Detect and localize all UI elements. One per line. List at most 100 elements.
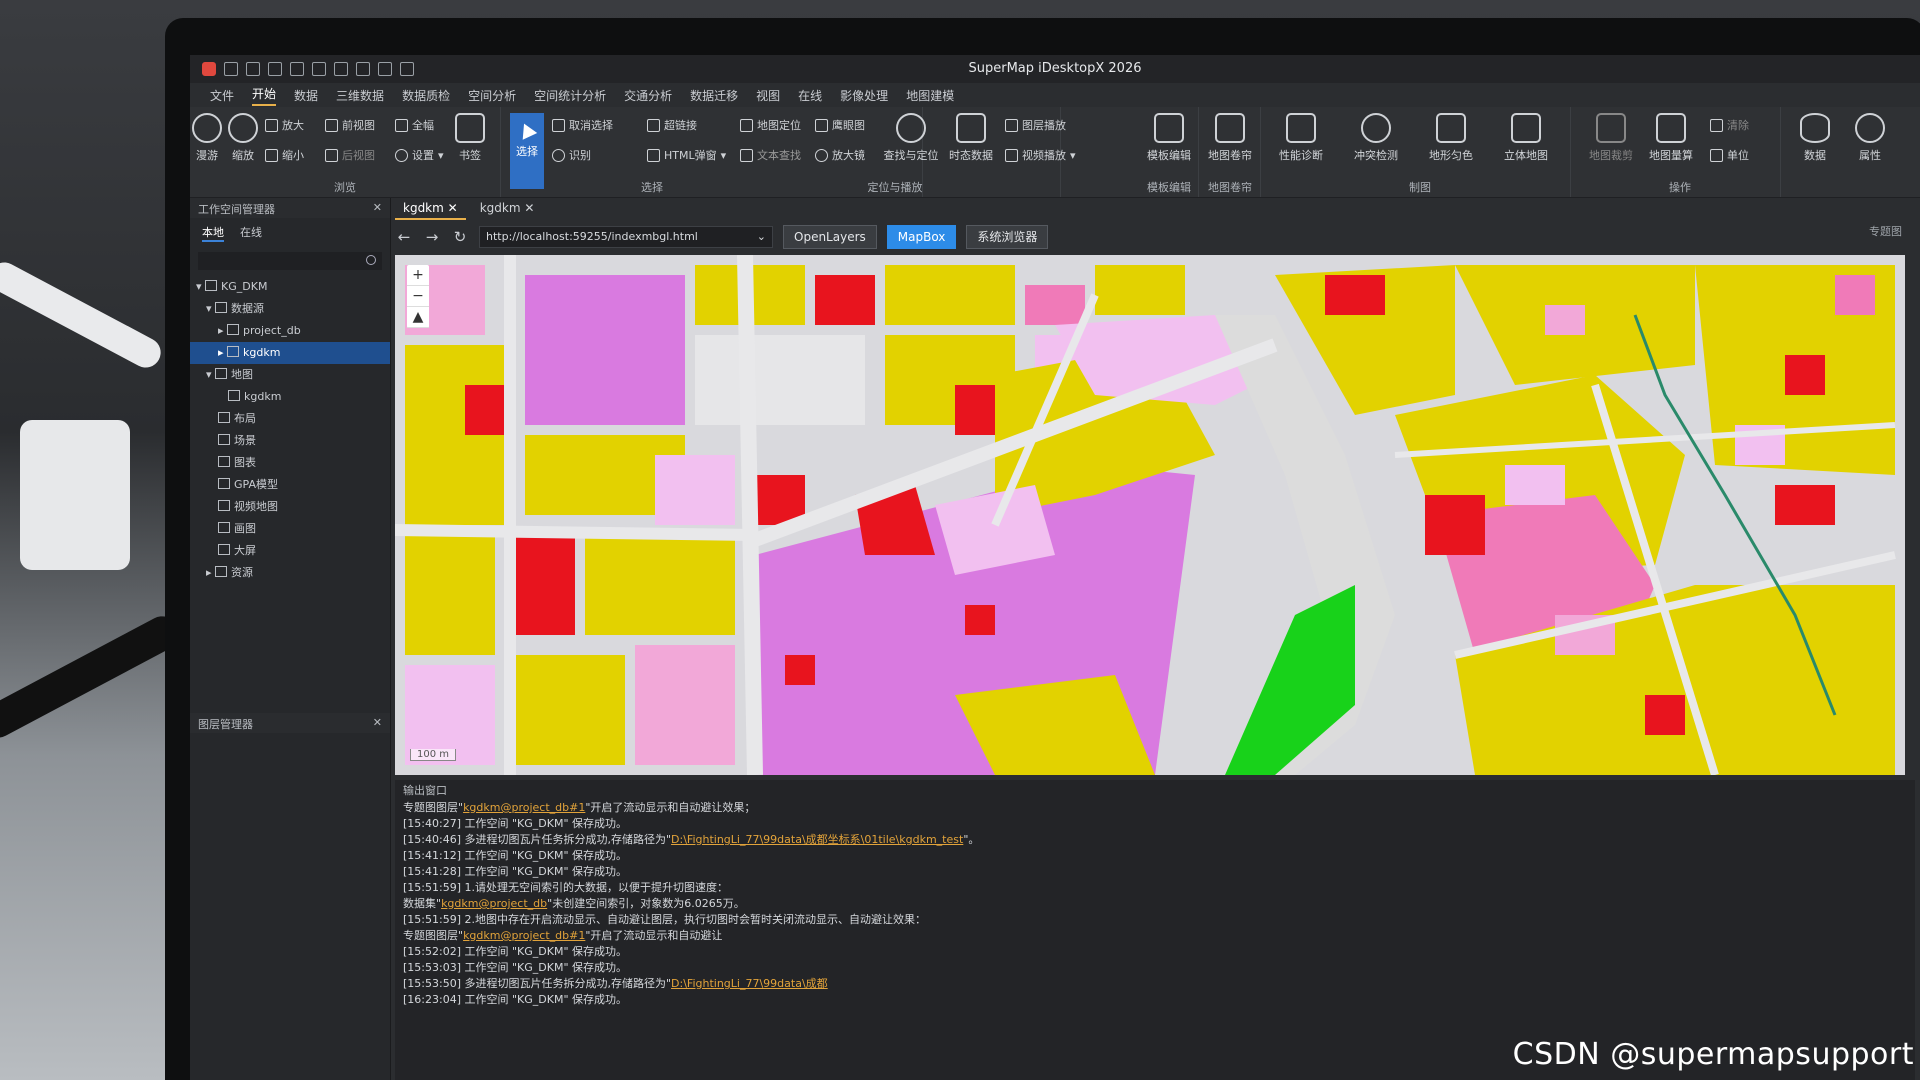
tab-close-icon[interactable]: ✕ (524, 201, 534, 215)
magnifier-button[interactable]: 放大镜 (815, 147, 865, 163)
tab-close-icon[interactable]: ✕ (448, 201, 458, 215)
refresh-icon[interactable]: ↻ (451, 228, 469, 246)
html-popup-button[interactable]: HTML弹窗 ▾ (647, 147, 726, 163)
eagle-eye-button[interactable]: 鹰眼图 (815, 117, 865, 133)
clear-selection-button[interactable]: 取消选择 (552, 117, 613, 133)
compass-icon[interactable]: ▲ (407, 307, 429, 328)
data-button[interactable]: 数据 (1790, 113, 1840, 163)
tree-dashboards[interactable]: 大屏 (190, 540, 390, 562)
close-icon[interactable]: ✕ (373, 201, 382, 215)
menu-imagery[interactable]: 影像处理 (840, 87, 888, 104)
menu-online[interactable]: 在线 (798, 87, 822, 104)
clear-button[interactable]: 清除 (1710, 117, 1749, 133)
tree-drawings[interactable]: 画图 (190, 518, 390, 540)
menu-view[interactable]: 视图 (756, 87, 780, 104)
tree-datasource-kgdkm[interactable]: ▸ kgdkm (190, 342, 390, 364)
tree-gpa-models[interactable]: GPA模型 (190, 474, 390, 496)
map-view[interactable]: + − ▲ 100 m (395, 255, 1905, 775)
find-locate-button[interactable]: 查找与定位 (880, 113, 942, 163)
log-link[interactable]: kgdkm@project_db (441, 897, 547, 910)
map-clip-button[interactable]: 地图裁剪 (1580, 113, 1642, 163)
tree-charts[interactable]: 图表 (190, 452, 390, 474)
mapbox-button[interactable]: MapBox (886, 225, 957, 249)
zoom-in-small-icon (265, 118, 278, 132)
terrain-color-button[interactable]: 地形匀色 (1420, 113, 1482, 163)
url-input[interactable]: http://localhost:59255/indexmbgl.html ⌄ (479, 226, 773, 248)
zoom-button[interactable]: 缩放 (218, 113, 268, 163)
folder-icon[interactable] (400, 62, 414, 76)
zoom-in-icon[interactable] (334, 62, 348, 76)
back-arrow-icon[interactable]: ← (395, 228, 413, 246)
pointer-icon[interactable] (290, 62, 304, 76)
pan-icon[interactable] (312, 62, 326, 76)
chevron-down-icon[interactable]: ⌄ (757, 227, 766, 247)
conflict-check-button[interactable]: 冲突检测 (1345, 113, 1407, 163)
video-playback-button[interactable]: 视频播放 ▾ (1005, 147, 1076, 163)
menu-data[interactable]: 数据 (294, 87, 318, 104)
map-measure-button[interactable]: 地图量算 (1640, 113, 1702, 163)
log-link[interactable]: D:\FightingLi_77\99data\成都坐标系\01tile\kgd… (671, 833, 963, 846)
tree-datasources[interactable]: ▾ 数据源 (190, 298, 390, 320)
zoom-out-button[interactable]: 缩小 (265, 147, 304, 163)
bookmark-button[interactable]: 书签 (445, 113, 495, 163)
map-locate-button[interactable]: 地图定位 (740, 117, 801, 133)
chart-icon (218, 456, 230, 467)
tree-video-maps[interactable]: 视频地图 (190, 496, 390, 518)
tree-map-kgdkm[interactable]: kgdkm (190, 386, 390, 408)
menu-data-migration[interactable]: 数据迁移 (690, 87, 738, 104)
zoom-out-icon[interactable] (356, 62, 370, 76)
menu-bar: 文件 开始 数据 三维数据 数据质检 空间分析 空间统计分析 交通分析 数据迁移… (190, 83, 1920, 107)
log-link[interactable]: D:\FightingLi_77\99data\成都 (671, 977, 828, 990)
menu-spatial-stats[interactable]: 空间统计分析 (534, 87, 606, 104)
full-extent-icon[interactable] (378, 62, 392, 76)
openlayers-button[interactable]: OpenLayers (783, 225, 877, 249)
forward-arrow-icon[interactable]: → (423, 228, 441, 246)
tab-online[interactable]: 在线 (240, 224, 262, 242)
text-find-button[interactable]: 文本查找 (740, 147, 801, 163)
settings-button[interactable]: 设置 ▾ (395, 147, 444, 163)
menu-map-modeling[interactable]: 地图建模 (906, 87, 954, 104)
zoom-in-button[interactable]: 放大 (265, 117, 304, 133)
land-use-map[interactable] (395, 255, 1905, 775)
tree-workspace[interactable]: ▾ KG_DKM (190, 276, 390, 298)
tree-scenes[interactable]: 场景 (190, 430, 390, 452)
tree-maps[interactable]: ▾ 地图 (190, 364, 390, 386)
tree-layouts[interactable]: 布局 (190, 408, 390, 430)
log-link[interactable]: kgdkm@project_db#1 (463, 929, 585, 942)
doc-tab-kgdkm-1[interactable]: kgdkm ✕ (395, 198, 466, 220)
undo-icon[interactable] (268, 62, 282, 76)
menu-traffic[interactable]: 交通分析 (624, 87, 672, 104)
hyperlink-button[interactable]: 超链接 (647, 117, 697, 133)
menu-data-qc[interactable]: 数据质检 (402, 87, 450, 104)
save-all-icon[interactable] (246, 62, 260, 76)
menu-file[interactable]: 文件 (210, 87, 234, 104)
tree-resources[interactable]: ▸ 资源 (190, 562, 390, 584)
temporal-data-button[interactable]: 时态数据 (940, 113, 1002, 163)
workspace-search-input[interactable] (198, 252, 382, 270)
prev-view-button[interactable]: 前视图 (325, 117, 375, 133)
tab-local[interactable]: 本地 (202, 224, 224, 242)
perf-diagnose-button[interactable]: 性能诊断 (1270, 113, 1332, 163)
template-edit-button[interactable]: 模板编辑 (1140, 113, 1198, 163)
menu-spatial-analysis[interactable]: 空间分析 (468, 87, 516, 104)
zoom-in-button[interactable]: + (407, 265, 429, 286)
save-icon[interactable] (224, 62, 238, 76)
layer-playback-button[interactable]: 图层播放 (1005, 117, 1066, 133)
unit-button[interactable]: 单位 (1710, 147, 1749, 163)
video-icon (1005, 148, 1018, 162)
full-extent-button[interactable]: 全幅 (395, 117, 434, 133)
tree-datasource-project-db[interactable]: ▸ project_db (190, 320, 390, 342)
search-icon[interactable] (366, 255, 376, 265)
doc-tab-kgdkm-2[interactable]: kgdkm ✕ (472, 198, 543, 220)
stereo-map-button[interactable]: 立体地图 (1495, 113, 1557, 163)
menu-3d-data[interactable]: 三维数据 (336, 87, 384, 104)
system-browser-button[interactable]: 系统浏览器 (966, 225, 1049, 249)
close-icon[interactable]: ✕ (373, 716, 382, 730)
properties-button[interactable]: 属性 (1845, 113, 1895, 163)
identify-button[interactable]: 识别 (552, 147, 591, 163)
log-link[interactable]: kgdkm@project_db#1 (463, 801, 585, 814)
menu-start[interactable]: 开始 (252, 85, 277, 106)
next-view-button[interactable]: 后视图 (325, 147, 375, 163)
zoom-out-button[interactable]: − (407, 286, 429, 307)
map-swipe-button[interactable]: 地图卷帘 (1200, 113, 1260, 163)
